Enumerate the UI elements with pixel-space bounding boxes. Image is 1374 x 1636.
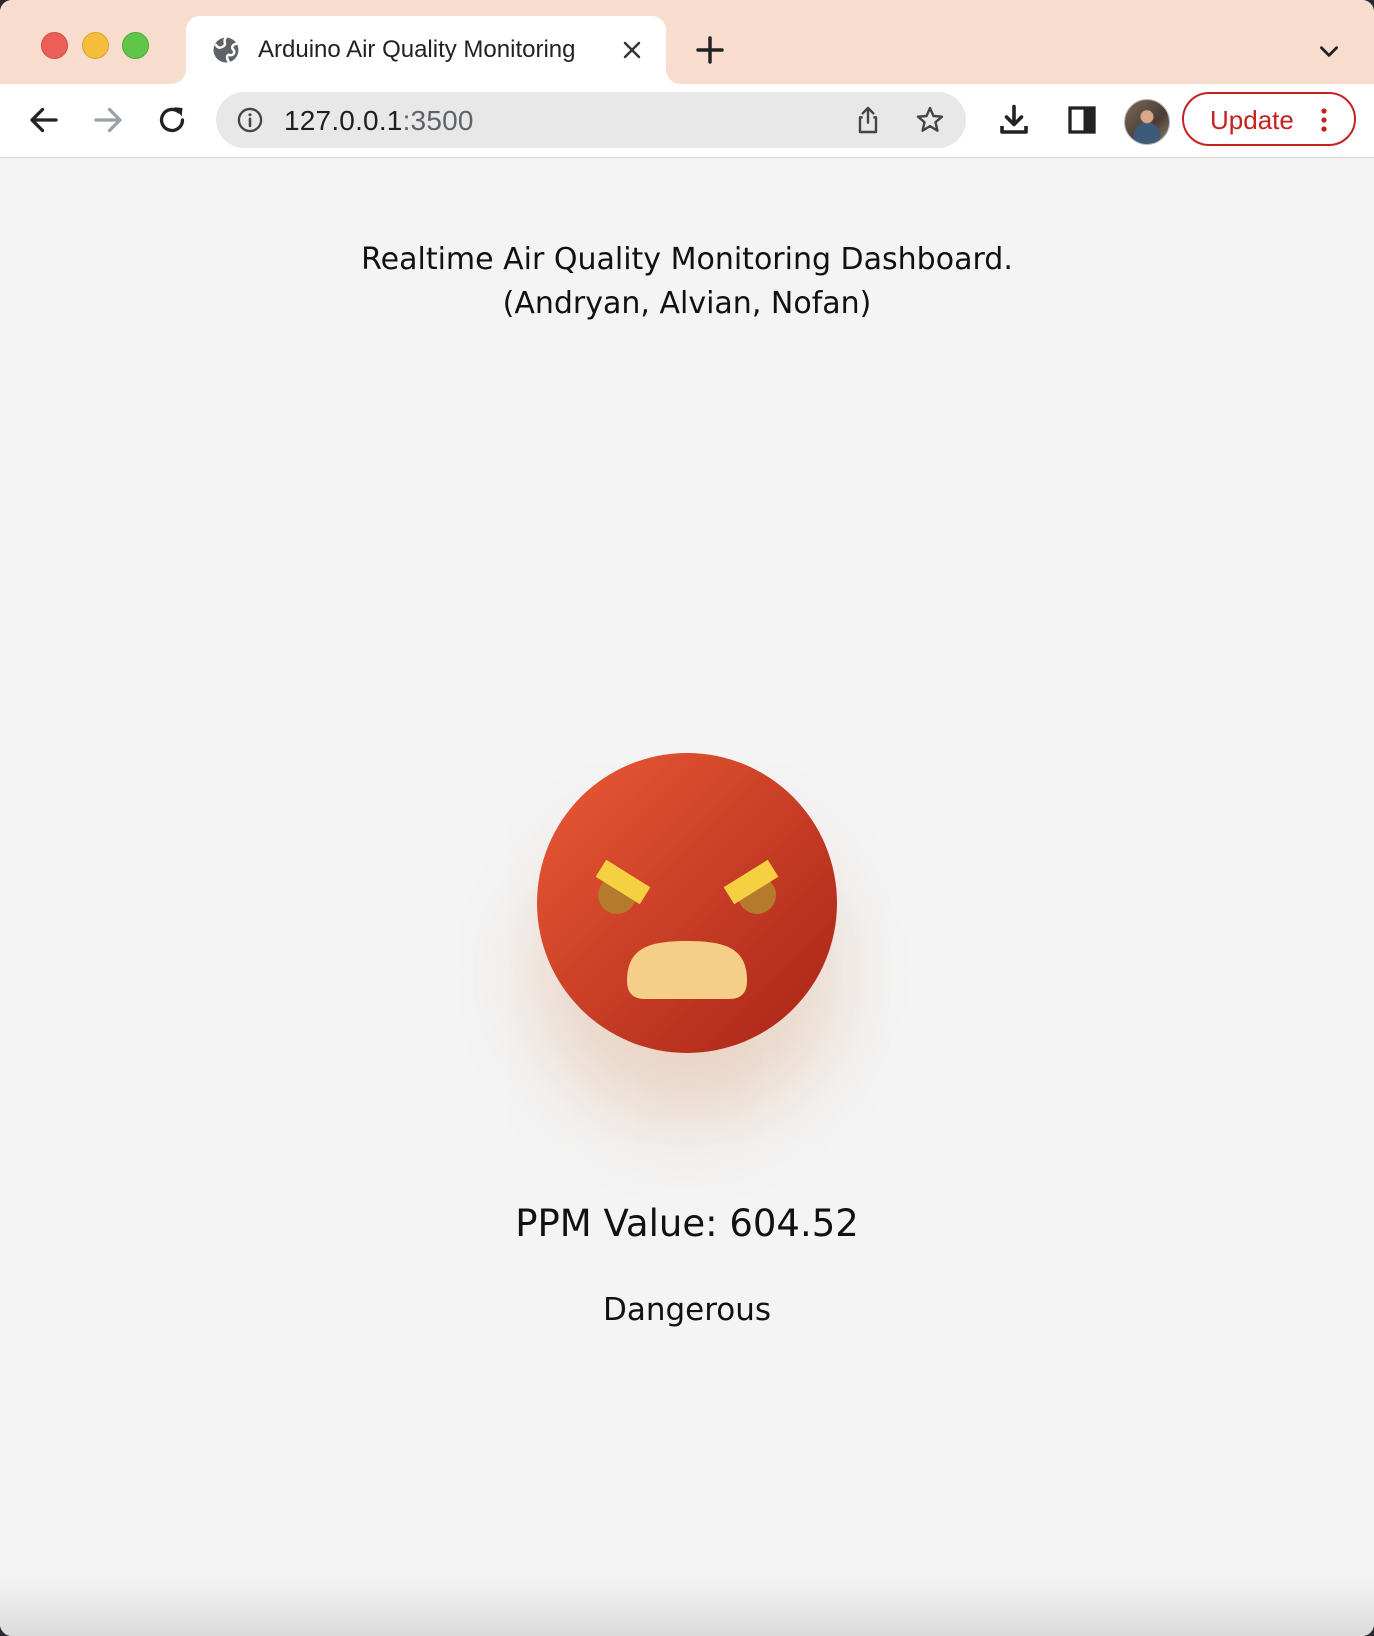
ppm-value: PPM Value: 604.52 <box>515 1202 859 1245</box>
tab-title: Arduino Air Quality Monitoring <box>258 36 576 63</box>
browser-toolbar: 127.0.0.1:3500 Update <box>0 84 1374 158</box>
window-bottom-shadow <box>0 1576 1374 1636</box>
download-icon[interactable] <box>996 102 1032 138</box>
status-label: Dangerous <box>602 1292 772 1328</box>
dashboard-heading: Realtime Air Quality Monitoring Dashboar… <box>0 238 1374 326</box>
heading-title: Realtime Air Quality Monitoring Dashboar… <box>361 242 1013 277</box>
page-content: Realtime Air Quality Monitoring Dashboar… <box>0 158 1374 1636</box>
info-icon[interactable] <box>236 106 264 134</box>
update-button[interactable]: Update <box>1182 92 1356 146</box>
share-icon[interactable] <box>852 104 884 136</box>
browser-window: Arduino Air Quality Monitoring 127.0.0.1… <box>0 0 1374 1636</box>
forward-arrow-icon[interactable] <box>90 102 126 138</box>
update-label: Update <box>1210 105 1294 135</box>
url-text[interactable]: 127.0.0.1:3500 <box>284 105 474 137</box>
url-host: 127.0.0.1 <box>284 105 403 136</box>
heading-authors: (Andryan, Alvian, Nofan) <box>502 286 872 321</box>
address-bar[interactable]: 127.0.0.1:3500 <box>216 92 966 148</box>
angry-face-icon <box>537 753 837 1053</box>
back-arrow-icon[interactable] <box>26 102 62 138</box>
side-panel-icon[interactable] <box>1064 102 1100 138</box>
reload-icon[interactable] <box>154 102 190 138</box>
globe-icon <box>213 36 239 63</box>
air-quality-indicator <box>537 753 837 1053</box>
new-tab-plus-icon[interactable] <box>694 34 726 66</box>
close-window-button[interactable] <box>41 32 68 59</box>
more-vertical-icon[interactable] <box>1320 107 1328 133</box>
url-port: :3500 <box>402 105 474 136</box>
chevron-down-icon[interactable] <box>1316 38 1342 64</box>
close-icon[interactable] <box>620 38 644 62</box>
tab-active[interactable]: Arduino Air Quality Monitoring <box>172 16 680 84</box>
tab-strip: Arduino Air Quality Monitoring <box>0 0 1374 84</box>
maximize-window-button[interactable] <box>122 32 149 59</box>
bookmark-star-icon[interactable] <box>914 104 946 136</box>
profile-avatar[interactable] <box>1124 99 1170 145</box>
minimize-window-button[interactable] <box>82 32 109 59</box>
